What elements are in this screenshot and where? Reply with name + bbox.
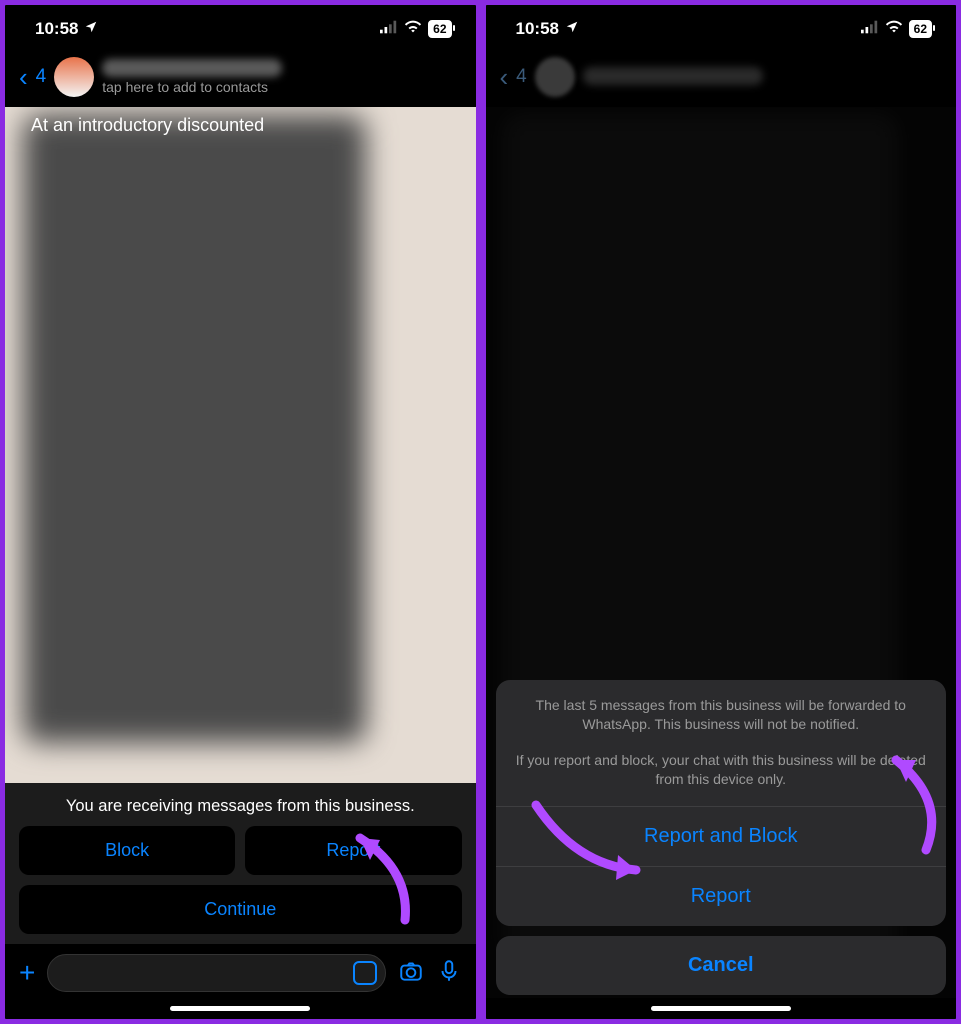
message-input-bar: + (5, 944, 476, 998)
home-indicator[interactable] (170, 1006, 310, 1011)
back-chevron-icon: ‹ (500, 62, 509, 93)
report-button[interactable]: Report (496, 867, 947, 926)
battery-indicator: 62 (428, 20, 451, 38)
microphone-icon[interactable] (436, 958, 462, 989)
back-unread-count[interactable]: 4 (36, 66, 47, 88)
sheet-body-text-2: If you report and block, your chat with … (496, 741, 947, 806)
location-icon (565, 19, 579, 39)
phone-screenshot-left: 10:58 62 ‹ 4 tap here to add to contacts… (2, 2, 479, 1022)
contact-name-redacted (583, 67, 763, 85)
wifi-icon (885, 19, 903, 39)
cell-signal-icon (380, 19, 398, 39)
report-and-block-button[interactable]: Report and Block (496, 807, 947, 866)
sheet-body-text: The last 5 messages from this business w… (496, 680, 947, 741)
action-sheet: The last 5 messages from this business w… (496, 680, 947, 995)
attach-plus-icon[interactable]: + (19, 957, 35, 989)
phone-screenshot-right: 10:58 62 ‹ 4 The last 5 messages from th… (483, 2, 960, 1022)
message-content-redacted (23, 115, 366, 743)
cell-signal-icon (861, 19, 879, 39)
status-time: 10:58 (35, 19, 78, 39)
chat-title-area (583, 67, 763, 87)
wifi-icon (404, 19, 422, 39)
avatar (535, 57, 575, 97)
battery-indicator: 62 (909, 20, 932, 38)
back-unread-count: 4 (516, 66, 527, 88)
continue-button[interactable]: Continue (19, 885, 462, 934)
back-chevron-icon[interactable]: ‹ (19, 62, 28, 93)
home-indicator[interactable] (651, 1006, 791, 1011)
business-prompt-text: You are receiving messages from this bus… (19, 797, 462, 816)
sticker-icon[interactable] (353, 961, 377, 985)
avatar[interactable] (54, 57, 94, 97)
contact-name-redacted (102, 59, 282, 77)
contact-subtitle: tap here to add to contacts (102, 79, 282, 95)
chat-title-area[interactable]: tap here to add to contacts (102, 59, 282, 95)
chat-body[interactable]: At an introductory discounted (5, 107, 476, 783)
chat-header: ‹ 4 (486, 53, 957, 107)
status-time: 10:58 (516, 19, 559, 39)
chat-header: ‹ 4 tap here to add to contacts (5, 53, 476, 107)
location-icon (84, 19, 98, 39)
cancel-button[interactable]: Cancel (496, 936, 947, 995)
status-bar: 10:58 62 (5, 5, 476, 53)
business-prompt-panel: You are receiving messages from this bus… (5, 783, 476, 944)
camera-icon[interactable] (398, 958, 424, 989)
message-snippet: At an introductory discounted (31, 115, 264, 136)
report-button[interactable]: Report (245, 826, 461, 875)
block-button[interactable]: Block (19, 826, 235, 875)
status-bar: 10:58 62 (486, 5, 957, 53)
message-input[interactable] (47, 954, 385, 992)
